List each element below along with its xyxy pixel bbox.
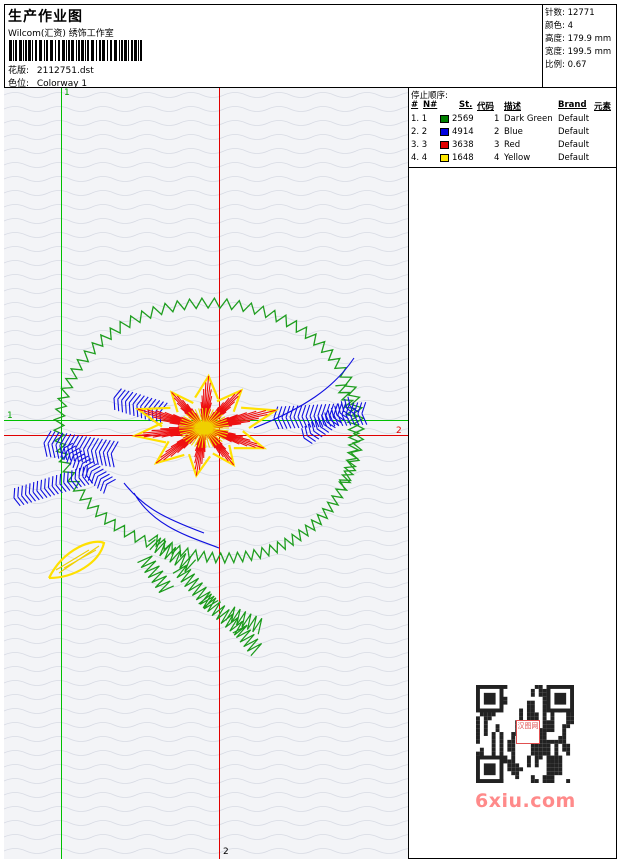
blue-leaves-stitches: [13, 357, 368, 549]
design-file-value: 2112751.dst: [36, 66, 94, 76]
design-file-row: 花版: 2112751.dst: [8, 63, 94, 76]
color-row-code: 1: [494, 114, 500, 124]
design-canvas: 1 1 2 2: [4, 88, 409, 859]
page-title: 生产作业图: [8, 9, 83, 25]
header-element: 元素: [594, 102, 612, 112]
embroidery-design: [13, 296, 368, 657]
color-row: 2. 2 4914 2 Blue Default: [409, 126, 617, 139]
scale-value: 0.67: [567, 60, 587, 70]
stitch-count-value: 12771: [567, 8, 595, 18]
color-swatch: [440, 115, 449, 123]
header-code: 代码: [477, 102, 495, 112]
color-row: 3. 3 3638 3 Red Default: [409, 139, 617, 152]
color-row-description: Dark Green: [504, 114, 553, 124]
color-table: # N# St. 代码 描述 Brand 元素 1. 1 2569 1 Dark…: [409, 100, 617, 165]
qr-code: 汉图网: [470, 680, 580, 790]
color-count-label: 颜色:: [545, 21, 565, 31]
header-hash: #: [411, 100, 419, 110]
header-stitches: St.: [459, 100, 473, 110]
header-brand: Brand: [558, 100, 587, 110]
stitch-count-row: 针数: 12771: [545, 6, 595, 18]
design-stats: 针数: 12771 颜色: 4 高度: 179.9 mm 宽度: 199.5 m…: [542, 4, 617, 88]
color-count-row: 颜色: 4: [545, 19, 573, 31]
color-row-description: Red: [504, 140, 521, 150]
color-row-brand: Default: [558, 127, 590, 137]
width-row: 宽度: 199.5 mm: [545, 45, 611, 57]
color-row-code: 3: [494, 140, 500, 150]
height-label: 高度:: [545, 34, 565, 44]
scale-row: 比例: 0.67: [545, 58, 587, 70]
qr-stamp-text: 汉图网: [517, 722, 539, 730]
color-row-stitches: 3638: [452, 140, 474, 150]
color-row-brand: Default: [558, 114, 590, 124]
color-row-stitches: 4914: [452, 127, 474, 137]
company-name: Wilcom(汇资) 绣饰工作室: [8, 29, 114, 39]
color-table-header: # N# St. 代码 描述 Brand 元素: [409, 100, 617, 113]
color-row-index: 4. 4: [411, 153, 428, 163]
header-n: N#: [423, 100, 438, 110]
design-info: 生产作业图 Wilcom(汇资) 绣饰工作室 花版: 2112751.dst 色…: [4, 4, 542, 89]
color-row-stitches: 1648: [452, 153, 474, 163]
color-row-code: 2: [494, 127, 500, 137]
color-row-stitches: 2569: [452, 114, 474, 124]
header-description: 描述: [504, 102, 522, 112]
watermark: 6xiu.com: [475, 790, 576, 812]
height-value: 179.9 mm: [567, 34, 612, 44]
color-row-index: 2. 2: [411, 127, 428, 137]
stitch-count-label: 针数:: [545, 8, 565, 18]
height-row: 高度: 179.9 mm: [545, 32, 611, 44]
color-row-description: Blue: [504, 127, 523, 137]
header: 生产作业图 Wilcom(汇资) 绣饰工作室 花版: 2112751.dst 色…: [4, 4, 617, 89]
color-row-brand: Default: [558, 140, 590, 150]
color-row-index: 3. 3: [411, 140, 428, 150]
stop-sequence-panel: 停止顺序: # N# St. 代码 描述 Brand 元素 1. 1 2569 …: [409, 88, 617, 168]
design-file-label: 花版:: [8, 66, 30, 76]
color-row: 1. 1 2569 1 Dark Green Default: [409, 113, 617, 126]
color-row-code: 4: [494, 153, 500, 163]
barcode: [9, 40, 144, 61]
color-count-value: 4: [567, 21, 573, 31]
color-row-description: Yellow: [504, 153, 531, 163]
color-swatch: [440, 141, 449, 149]
color-row: 4. 4 1648 4 Yellow Default: [409, 152, 617, 165]
width-value: 199.5 mm: [567, 47, 612, 57]
color-swatch: [440, 154, 449, 162]
color-row-brand: Default: [558, 153, 590, 163]
qr-stamp: 汉图网: [516, 720, 540, 744]
width-label: 宽度:: [545, 47, 565, 57]
scale-label: 比例:: [545, 60, 565, 70]
green-letters-stitches: [137, 537, 263, 657]
color-swatch: [440, 128, 449, 136]
color-row-index: 1. 1: [411, 114, 428, 124]
